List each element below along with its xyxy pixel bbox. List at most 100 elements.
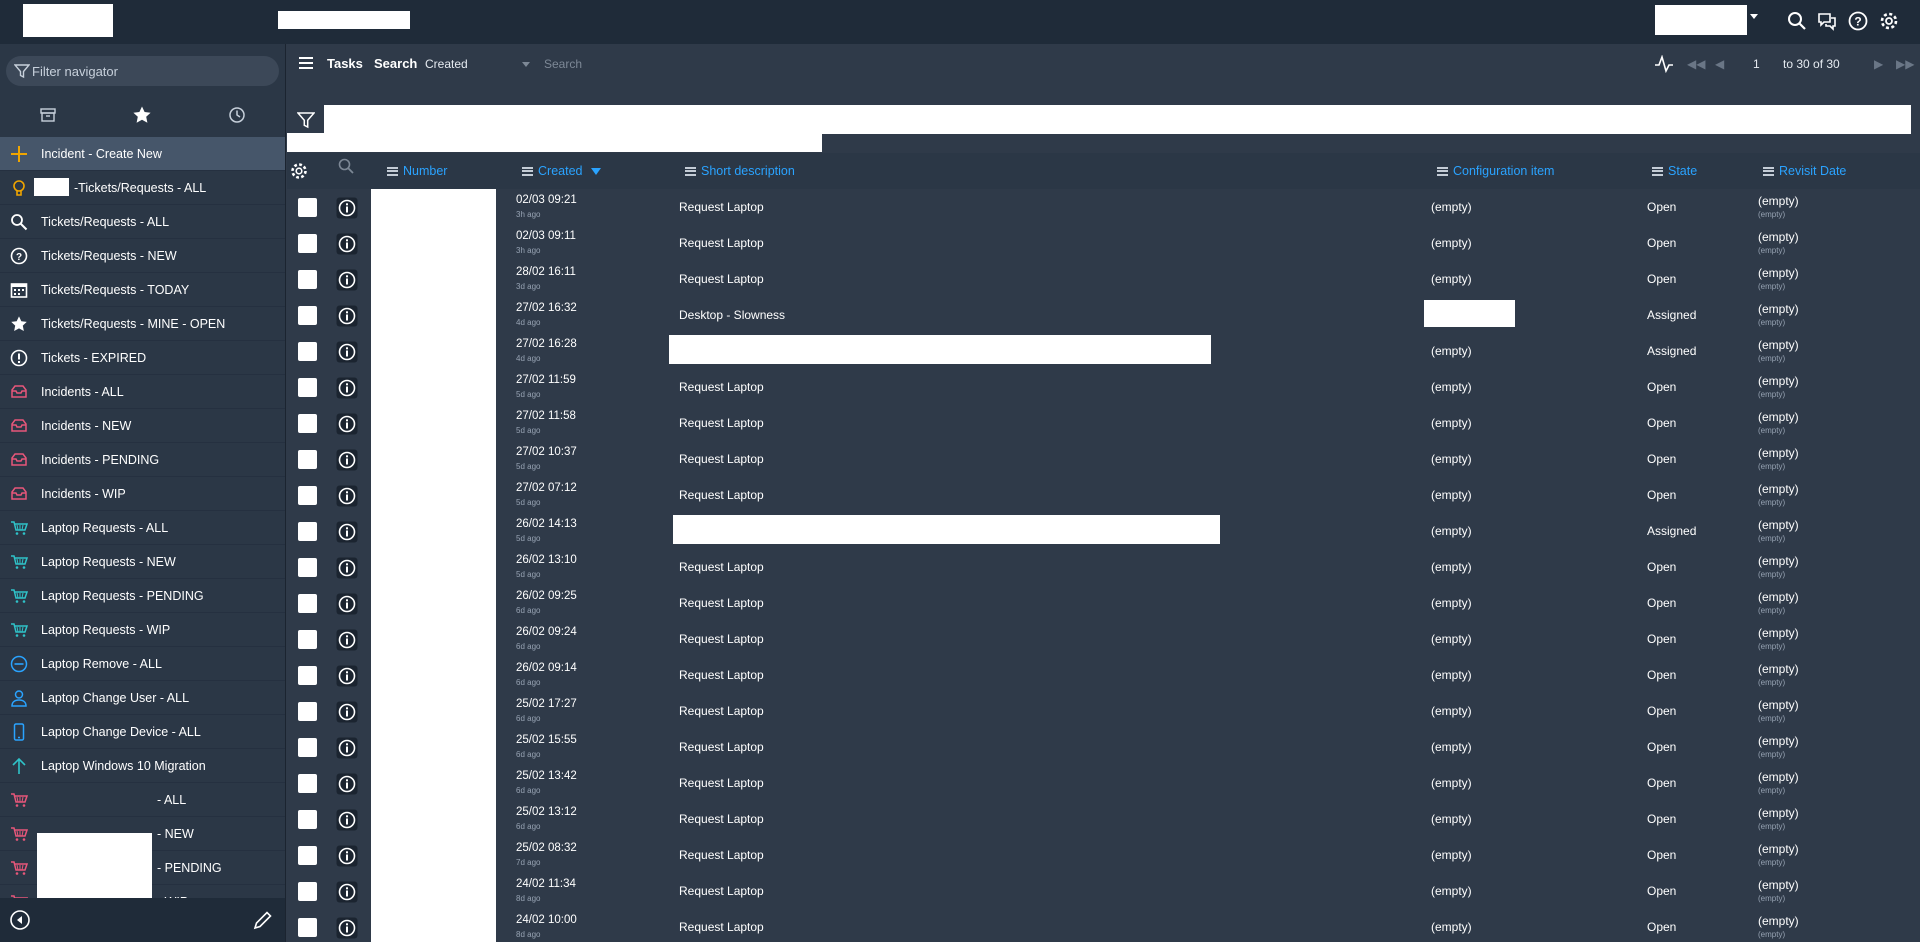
- filter-navigator[interactable]: [6, 56, 279, 86]
- row-checkbox[interactable]: [298, 198, 317, 217]
- info-icon[interactable]: [336, 665, 358, 687]
- table-row[interactable]: 26/02 09:25 6d ago Request Laptop (empty) Op…: [287, 585, 1920, 621]
- table-row[interactable]: 27/02 10:37 5d ago Request Laptop (empty) Op…: [287, 441, 1920, 477]
- nav-item[interactable]: Incidents - PENDING: [0, 443, 285, 477]
- next-page-icon[interactable]: ▶: [1874, 57, 1883, 71]
- table-row[interactable]: 27/02 16:32 4d ago Desktop - Slowness Assig…: [287, 297, 1920, 333]
- row-checkbox[interactable]: [298, 414, 317, 433]
- filter-navigator-input[interactable]: [32, 61, 272, 81]
- column-menu-icon[interactable]: [1437, 166, 1448, 176]
- table-row[interactable]: 27/02 07:12 5d ago Request Laptop (empty) Op…: [287, 477, 1920, 513]
- table-row[interactable]: 26/02 13:10 5d ago Request Laptop (empty) Op…: [287, 549, 1920, 585]
- column-menu-icon[interactable]: [522, 166, 533, 176]
- info-icon[interactable]: [336, 485, 358, 507]
- info-icon[interactable]: [336, 449, 358, 471]
- info-icon[interactable]: [336, 701, 358, 723]
- info-icon[interactable]: [336, 521, 358, 543]
- table-row[interactable]: 25/02 15:55 6d ago Request Laptop (empty) Op…: [287, 729, 1920, 765]
- row-checkbox[interactable]: [298, 810, 317, 829]
- user-menu-caret-icon[interactable]: [1750, 14, 1758, 19]
- info-icon[interactable]: [336, 377, 358, 399]
- list-search[interactable]: [540, 53, 800, 75]
- table-row[interactable]: 26/02 09:14 6d ago Request Laptop (empty) Op…: [287, 657, 1920, 693]
- nav-item[interactable]: Laptop Requests - ALL: [0, 511, 285, 545]
- row-checkbox[interactable]: [298, 774, 317, 793]
- list-context-menu-icon[interactable]: [299, 57, 313, 72]
- column-menu-icon[interactable]: [1652, 166, 1663, 176]
- filter-icon[interactable]: [296, 111, 316, 132]
- table-row[interactable]: 02/03 09:11 3h ago Request Laptop (empty) Op…: [287, 225, 1920, 261]
- info-icon[interactable]: [336, 809, 358, 831]
- nav-item[interactable]: Incidents - WIP: [0, 477, 285, 511]
- info-icon[interactable]: [336, 737, 358, 759]
- column-search-icon[interactable]: [337, 157, 355, 178]
- row-checkbox[interactable]: [298, 270, 317, 289]
- info-icon[interactable]: [336, 917, 358, 939]
- nav-item[interactable]: Incidents - NEW: [0, 409, 285, 443]
- table-row[interactable]: 02/03 09:21 3h ago Request Laptop (empty) Op…: [287, 189, 1920, 225]
- column-menu-icon[interactable]: [685, 166, 696, 176]
- previous-page-icon[interactable]: ◀: [1715, 57, 1724, 71]
- nav-item[interactable]: Laptop Requests - WIP: [0, 613, 285, 647]
- last-page-icon[interactable]: ▶▶: [1896, 57, 1914, 71]
- first-page-icon[interactable]: ◀◀: [1687, 57, 1705, 71]
- nav-item[interactable]: Laptop Windows 10 Migration: [0, 749, 285, 783]
- page-number[interactable]: 1: [1753, 57, 1760, 71]
- list-title[interactable]: Tasks: [327, 56, 363, 71]
- row-checkbox[interactable]: [298, 882, 317, 901]
- info-icon[interactable]: [336, 773, 358, 795]
- info-icon[interactable]: [336, 629, 358, 651]
- star-icon[interactable]: [131, 105, 153, 125]
- info-icon[interactable]: [336, 413, 358, 435]
- row-checkbox[interactable]: [298, 234, 317, 253]
- table-row[interactable]: 25/02 08:32 7d ago Request Laptop (empty) Op…: [287, 837, 1920, 873]
- table-row[interactable]: 26/02 09:24 6d ago Request Laptop (empty) Op…: [287, 621, 1920, 657]
- search-icon[interactable]: [1786, 10, 1808, 32]
- row-checkbox[interactable]: [298, 594, 317, 613]
- column-header-state[interactable]: State: [1652, 164, 1697, 178]
- search-field-select[interactable]: Created: [422, 53, 534, 75]
- info-icon[interactable]: [336, 341, 358, 363]
- row-checkbox[interactable]: [298, 486, 317, 505]
- info-icon[interactable]: [336, 269, 358, 291]
- archive-icon[interactable]: [37, 105, 59, 125]
- table-row[interactable]: 25/02 17:27 6d ago Request Laptop (empty) Op…: [287, 693, 1920, 729]
- table-row[interactable]: 28/02 16:11 3d ago Request Laptop (empty) Op…: [287, 261, 1920, 297]
- info-icon[interactable]: [336, 197, 358, 219]
- row-checkbox[interactable]: [298, 378, 317, 397]
- nav-item[interactable]: Laptop Remove - ALL: [0, 647, 285, 681]
- info-icon[interactable]: [336, 305, 358, 327]
- row-checkbox[interactable]: [298, 522, 317, 541]
- row-checkbox[interactable]: [298, 738, 317, 757]
- column-header-configuration-item[interactable]: Configuration item: [1437, 164, 1554, 178]
- column-header-short-description[interactable]: Short description: [685, 164, 795, 178]
- column-header-created[interactable]: Created: [522, 164, 602, 178]
- nav-item[interactable]: Tickets/Requests - ALL: [0, 205, 285, 239]
- nav-item[interactable]: ? Tickets/Requests - NEW: [0, 239, 285, 273]
- nav-item[interactable]: Laptop Requests - PENDING: [0, 579, 285, 613]
- nav-item[interactable]: Tickets - EXPIRED: [0, 341, 285, 375]
- table-row[interactable]: 26/02 14:13 5d ago (empty) Assigned (empty) (…: [287, 513, 1920, 549]
- edit-pencil-icon[interactable]: [252, 909, 274, 934]
- info-icon[interactable]: [336, 881, 358, 903]
- table-row[interactable]: 27/02 16:28 4d ago (empty) Assigned (empty) (…: [287, 333, 1920, 369]
- table-row[interactable]: 24/02 10:00 8d ago Request Laptop (empty) Op…: [287, 909, 1920, 942]
- list-settings-gear-icon[interactable]: [289, 161, 309, 184]
- column-menu-icon[interactable]: [387, 166, 398, 176]
- table-row[interactable]: 27/02 11:58 5d ago Request Laptop (empty) Op…: [287, 405, 1920, 441]
- info-icon[interactable]: [336, 233, 358, 255]
- history-icon[interactable]: [226, 105, 248, 125]
- table-row[interactable]: 25/02 13:42 6d ago Request Laptop (empty) Op…: [287, 765, 1920, 801]
- info-icon[interactable]: [336, 845, 358, 867]
- column-menu-icon[interactable]: [1763, 166, 1774, 176]
- info-icon[interactable]: [336, 593, 358, 615]
- nav-item[interactable]: Laptop Change Device - ALL: [0, 715, 285, 749]
- row-checkbox[interactable]: [298, 666, 317, 685]
- table-row[interactable]: 24/02 11:34 8d ago Request Laptop (empty) Op…: [287, 873, 1920, 909]
- row-checkbox[interactable]: [298, 630, 317, 649]
- chat-icon[interactable]: [1816, 10, 1838, 32]
- row-checkbox[interactable]: [298, 450, 317, 469]
- column-header-revisit-date[interactable]: Revisit Date: [1763, 164, 1846, 178]
- redacted-configuration-item[interactable]: [1424, 300, 1515, 327]
- nav-item[interactable]: Incident - Create New: [0, 137, 285, 171]
